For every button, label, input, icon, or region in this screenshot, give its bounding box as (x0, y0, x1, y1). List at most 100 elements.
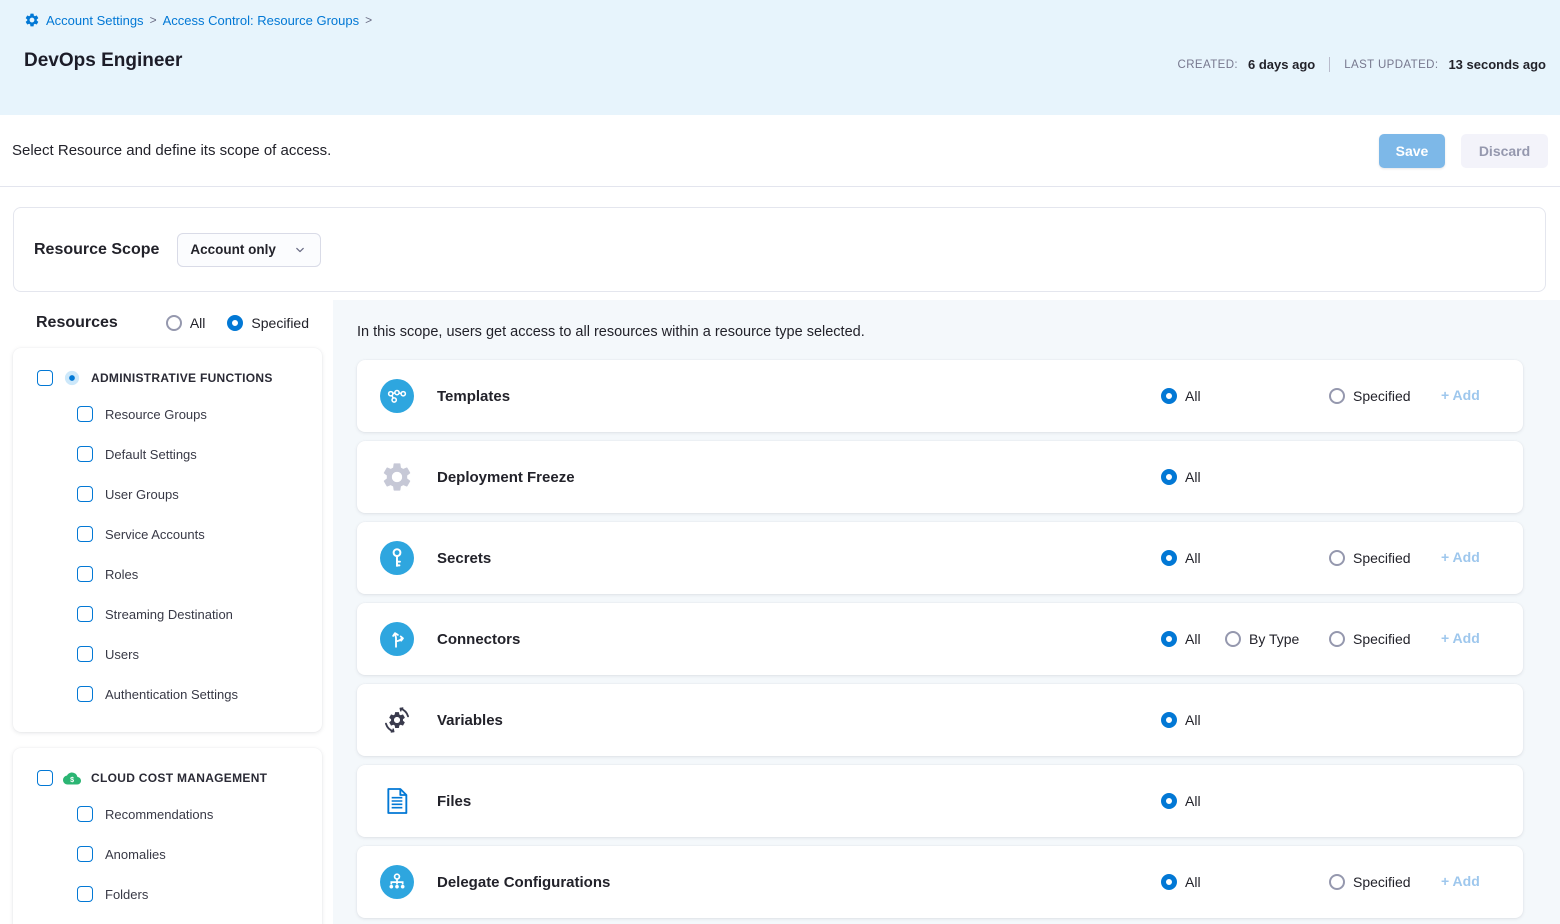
radio-all[interactable]: All (1161, 712, 1225, 728)
breadcrumb-separator: > (365, 13, 372, 27)
item-checkbox[interactable] (77, 566, 93, 582)
resource-row-label: Variables (437, 712, 503, 729)
item-checkbox[interactable] (77, 886, 93, 902)
scope-intro-text: In this scope, users get access to all r… (357, 324, 1523, 340)
item-label: Streaming Destination (105, 607, 233, 622)
item-checkbox[interactable] (77, 806, 93, 822)
item-checkbox[interactable] (77, 406, 93, 422)
group-checkbox[interactable] (37, 370, 53, 386)
radio-label: Specified (1353, 631, 1411, 647)
resource-type-item[interactable]: Resource Groups (13, 394, 322, 434)
item-checkbox[interactable] (77, 446, 93, 462)
breadcrumb-link[interactable]: Account Settings (46, 13, 144, 28)
resource-type-item[interactable]: Authentication Settings (13, 674, 322, 714)
radio-circle[interactable] (1329, 388, 1345, 404)
row-scope-controls: All Specified + Add (1161, 549, 1483, 567)
radio-specified[interactable]: Specified (1329, 874, 1441, 890)
radio-all[interactable]: All (1161, 631, 1225, 647)
row-scope-controls: All (1161, 793, 1483, 809)
radio-circle[interactable] (1161, 874, 1177, 890)
resource-type-item[interactable]: Recommendations (13, 794, 322, 834)
add-button[interactable]: + Add (1441, 873, 1480, 889)
created-label: CREATED: (1178, 59, 1239, 71)
discard-button[interactable]: Discard (1461, 134, 1548, 168)
radio-circle[interactable] (1329, 874, 1345, 890)
item-checkbox[interactable] (77, 686, 93, 702)
add-button[interactable]: + Add (1441, 630, 1480, 646)
radio-label: Specified (1353, 874, 1411, 890)
resource-type-item[interactable]: User Groups (13, 474, 322, 514)
resource-type-item[interactable]: Default Settings (13, 434, 322, 474)
row-scope-controls: All Specified + Add (1161, 387, 1483, 405)
meta-divider (1329, 57, 1330, 72)
item-label: User Groups (105, 487, 179, 502)
deployment-freeze-icon (379, 459, 415, 495)
files-icon (379, 783, 415, 819)
add-button[interactable]: + Add (1441, 549, 1480, 565)
save-button[interactable]: Save (1379, 134, 1445, 168)
radio-all[interactable]: All (1161, 388, 1225, 404)
radio-specified[interactable]: Specified (1329, 631, 1441, 647)
radio-all[interactable]: All (1161, 874, 1225, 890)
item-label: Folders (105, 887, 148, 902)
radio-label: All (1185, 388, 1201, 404)
secrets-icon (379, 540, 415, 576)
resource-row: Delegate Configurations All Specified + … (357, 846, 1523, 918)
item-checkbox[interactable] (77, 646, 93, 662)
radio-circle[interactable] (1161, 631, 1177, 647)
radio-specified[interactable]: Specified (1329, 388, 1441, 404)
radio-label: All (1185, 550, 1201, 566)
group-checkbox[interactable] (37, 770, 53, 786)
radio-all[interactable]: All (1161, 793, 1225, 809)
resource-type-item[interactable]: Roles (13, 554, 322, 594)
resource-type-item[interactable]: Streaming Destination (13, 594, 322, 634)
add-button[interactable]: + Add (1441, 387, 1480, 403)
radio-circle[interactable] (1161, 469, 1177, 485)
toolbar: Select Resource and define its scope of … (0, 115, 1560, 187)
radio-bytype[interactable]: By Type (1225, 631, 1329, 647)
radio-circle[interactable] (227, 315, 243, 331)
resource-type-item[interactable]: Anomalies (13, 834, 322, 874)
breadcrumb-link[interactable]: Access Control: Resource Groups (163, 13, 360, 28)
resource-row-label: Delegate Configurations (437, 874, 610, 891)
item-label: Roles (105, 567, 138, 582)
radio-circle[interactable] (1329, 631, 1345, 647)
item-checkbox[interactable] (77, 846, 93, 862)
resource-row-label: Files (437, 793, 471, 810)
breadcrumb: Account Settings > Access Control: Resourc… (12, 12, 1548, 28)
svg-text:$: $ (70, 776, 74, 784)
radio-circle[interactable] (1161, 550, 1177, 566)
item-checkbox[interactable] (77, 486, 93, 502)
radio-label: Specified (1353, 388, 1411, 404)
resource-type-item[interactable]: Users (13, 634, 322, 674)
radio-all[interactable]: All (1161, 469, 1225, 485)
item-checkbox[interactable] (77, 526, 93, 542)
resource-row-label: Deployment Freeze (437, 469, 575, 486)
toolbar-actions: Save Discard (1379, 134, 1548, 168)
item-checkbox[interactable] (77, 606, 93, 622)
item-label: Resource Groups (105, 407, 207, 422)
resource-row: Files All (357, 765, 1523, 837)
resource-type-item[interactable]: Service Accounts (13, 514, 322, 554)
resources-panel: Resources All Specified ADMINISTRATIVE F… (13, 300, 333, 924)
row-scope-controls: All By Type Specified + Add (1161, 630, 1483, 648)
radio-label: All (1185, 793, 1201, 809)
resources-title: Resources (36, 314, 118, 332)
radio-circle[interactable] (1225, 631, 1241, 647)
resource-scope-select[interactable]: Account only (177, 233, 321, 267)
resource-rows-area: In this scope, users get access to all r… (333, 300, 1560, 924)
radio-circle[interactable] (1161, 793, 1177, 809)
created-value: 6 days ago (1248, 57, 1315, 72)
radio-all-resources[interactable]: All (166, 315, 206, 331)
radio-specified-resources[interactable]: Specified (227, 315, 309, 331)
resource-row: Secrets All Specified + Add (357, 522, 1523, 594)
radio-all[interactable]: All (1161, 550, 1225, 566)
delegate-configurations-icon (379, 864, 415, 900)
radio-circle[interactable] (166, 315, 182, 331)
resource-type-item[interactable]: Folders (13, 874, 322, 914)
radio-circle[interactable] (1161, 712, 1177, 728)
radio-circle[interactable] (1161, 388, 1177, 404)
row-scope-controls: All (1161, 469, 1483, 485)
radio-circle[interactable] (1329, 550, 1345, 566)
radio-specified[interactable]: Specified (1329, 550, 1441, 566)
